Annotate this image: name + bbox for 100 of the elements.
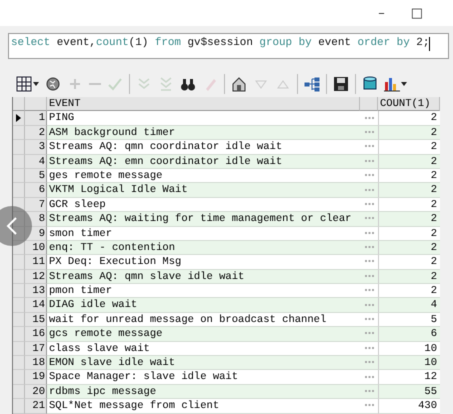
table-cell: pmon timer	[47, 284, 360, 298]
table-cell: 2	[378, 212, 440, 227]
table-cell: GCR sleep	[47, 198, 360, 212]
row-number: 10	[25, 240, 47, 256]
ellipsis-button[interactable]	[360, 140, 378, 155]
row-number: 11	[25, 255, 47, 270]
current-row-icon	[16, 114, 21, 122]
row-number: 9	[25, 226, 47, 241]
column-header	[360, 97, 378, 112]
column-header: COUNT(1)	[378, 97, 440, 112]
grid-button[interactable]	[16, 76, 39, 92]
table-cell: Streams AQ: qmn coordinator idle wait	[47, 140, 360, 155]
table-cell: PING	[47, 111, 360, 126]
table-cell: VKTM Logical Idle Wait	[47, 183, 360, 198]
row-number: 7	[25, 198, 47, 212]
table-cell: 2	[378, 111, 440, 126]
ellipsis-icon	[364, 174, 374, 178]
ellipsis-button[interactable]	[360, 255, 378, 270]
row-number: 12	[25, 270, 47, 284]
table-cell: 2	[378, 140, 440, 155]
ellipsis-button[interactable]	[360, 212, 378, 227]
table-cell: Streams AQ: emn coordinator idle wait	[47, 154, 360, 169]
ellipsis-button[interactable]	[360, 399, 378, 414]
minus-icon	[89, 83, 101, 85]
ellipsis-button[interactable]	[360, 270, 378, 284]
ellipsis-button[interactable]	[360, 111, 378, 126]
row-number: 15	[25, 312, 47, 328]
table-cell: 2	[378, 226, 440, 241]
table-cell: 2	[378, 183, 440, 198]
row-number: 13	[25, 284, 47, 298]
row-indicator[interactable]	[13, 111, 25, 126]
chevron-left-icon	[6, 217, 18, 235]
database-button[interactable]	[362, 76, 378, 92]
row-number: 3	[25, 140, 47, 155]
window-control-button[interactable]: –	[378, 6, 385, 20]
table-cell: ges remote message	[47, 168, 360, 184]
table-cell: EMON slave idle wait	[47, 356, 360, 370]
window-control-button[interactable]: □	[410, 6, 423, 20]
table-cell: 2	[378, 154, 440, 169]
column-header: EVENT	[47, 97, 360, 112]
table-cell: 2	[378, 126, 440, 140]
ellipsis-icon	[364, 361, 374, 364]
row-number: 14	[25, 298, 47, 313]
check-icon	[107, 76, 123, 92]
ellipsis-icon	[364, 332, 374, 336]
ellipsis-button[interactable]	[360, 226, 378, 241]
ellipsis-button[interactable]	[360, 240, 378, 256]
bar-chart-icon	[384, 76, 400, 92]
row-number: 2	[25, 126, 47, 140]
table-cell: Streams AQ: waiting for time management or clear	[47, 212, 360, 227]
ellipsis-button[interactable]	[360, 356, 378, 370]
ellipsis-button[interactable]	[360, 312, 378, 328]
chart-button[interactable]	[384, 76, 407, 92]
row-number: 8	[25, 212, 47, 227]
ellipsis-icon	[364, 130, 374, 134]
ellipsis-icon	[364, 232, 374, 235]
table-cell: 2	[378, 168, 440, 184]
table-cell: rdbms ipc message	[47, 384, 360, 400]
binoculars-icon	[180, 76, 196, 92]
ellipsis-button[interactable]	[360, 327, 378, 342]
ellipsis-icon	[364, 116, 374, 120]
ellipsis-icon	[364, 390, 374, 393]
table-cell: gcs remote message	[47, 327, 360, 342]
ellipsis-button[interactable]	[360, 298, 378, 313]
table-cell: Space Manager: slave idle wait	[47, 370, 360, 385]
ellipsis-button[interactable]	[360, 370, 378, 385]
table-cell: 430	[378, 399, 440, 414]
table-cell: 6	[378, 327, 440, 342]
ellipsis-icon	[364, 376, 374, 379]
row-number: 6	[25, 183, 47, 198]
table-cell: 10	[378, 342, 440, 356]
ellipsis-button[interactable]	[360, 384, 378, 400]
row-number: 17	[25, 342, 47, 356]
ellipsis-button[interactable]	[360, 342, 378, 356]
binoculars-button[interactable]	[180, 76, 196, 92]
row-number: 21	[25, 399, 47, 414]
row-number: 16	[25, 327, 47, 342]
node-tree-icon	[304, 76, 320, 92]
table-cell: 2	[378, 198, 440, 212]
caret-icon	[33, 82, 39, 86]
double-chevron-down-bar-icon	[158, 76, 174, 92]
table-cell: PX Deq: Execution Msg	[47, 255, 360, 270]
row-number: 1	[25, 111, 47, 126]
ellipsis-button[interactable]	[360, 154, 378, 169]
ellipsis-button[interactable]	[360, 126, 378, 140]
tree-button[interactable]	[304, 76, 320, 92]
ellipsis-button[interactable]	[360, 284, 378, 298]
house-button[interactable]	[231, 76, 247, 92]
ellipsis-button[interactable]	[360, 198, 378, 212]
grid-icon	[16, 76, 32, 92]
ellipsis-button[interactable]	[360, 183, 378, 198]
ellipsis-button[interactable]	[360, 168, 378, 184]
table-cell: enq: TT - contention	[47, 240, 360, 256]
sql-editor[interactable]: select event,count(1) from gv$session group by event order by 2;	[8, 33, 449, 59]
table-cell: ASM background timer	[47, 126, 360, 140]
ellipsis-icon	[364, 188, 374, 192]
row-number: 4	[25, 154, 47, 169]
ellipsis-icon	[364, 404, 374, 408]
ellipsis-icon	[364, 260, 374, 264]
save-button[interactable]	[333, 76, 349, 92]
